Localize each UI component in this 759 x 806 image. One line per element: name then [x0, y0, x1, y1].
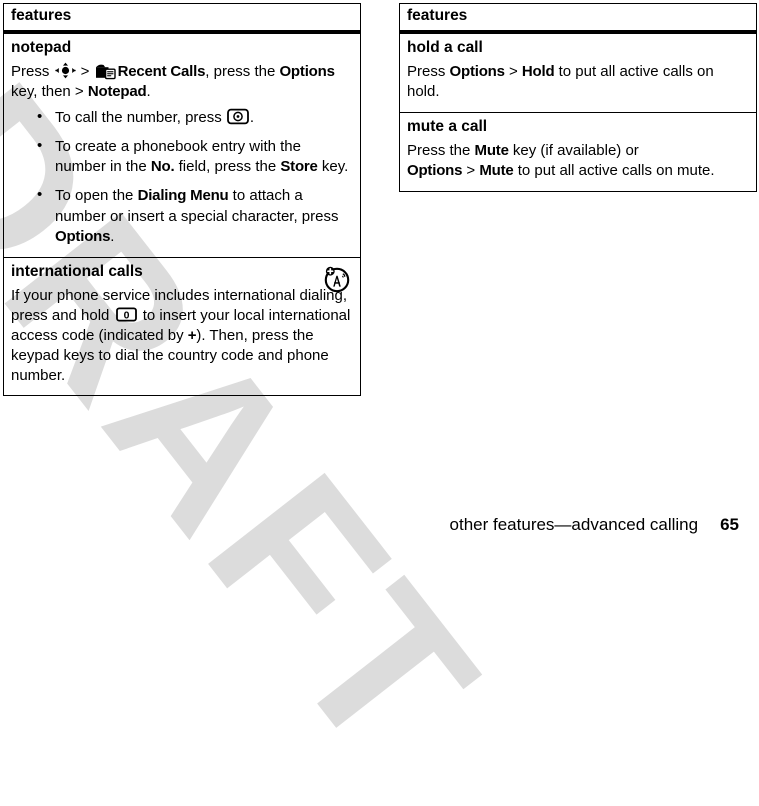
international-calls-paragraph: If your phone service includes internati… [11, 286, 352, 385]
row-title-international-calls: international calls [11, 263, 143, 281]
table-row-international-calls: international calls If your phone servic… [4, 257, 360, 395]
page-footer: other features—advanced calling 65 [0, 515, 739, 535]
list-item: To create a phonebook entry with the num… [11, 136, 352, 178]
right-column: features hold a call Press Options > Hol… [399, 3, 757, 192]
footer-page-number: 65 [720, 515, 739, 535]
notepad-intro-c: , press the [205, 62, 280, 80]
bullet-3-text-a: To open the [55, 187, 138, 205]
mute-bold-mute-key: Mute [474, 141, 509, 159]
notepad-options-label: Options [279, 62, 335, 80]
row-body-international-calls: If your phone service includes internati… [4, 282, 360, 395]
footer-chapter-title: other features—advanced calling [449, 515, 699, 535]
bullet-3-text-c: . [110, 227, 115, 245]
list-item: To call the number, press . [11, 107, 352, 128]
notepad-intro-b: > [76, 62, 94, 80]
recent-calls-icon [95, 63, 116, 80]
navigation-key-icon [54, 62, 76, 79]
table-header-features-left: features [4, 4, 360, 34]
mute-a-call-paragraph: Press the Mute key (if available) or Opti… [407, 141, 748, 181]
hold-bold-hold: Hold [521, 62, 555, 80]
notepad-intro-d: key, then > [11, 82, 88, 100]
hold-bold-options: Options [449, 62, 505, 80]
mute-bold-mute: Mute [479, 161, 514, 179]
notepad-menu-label: Recent Calls [117, 62, 206, 80]
notepad-intro-e: . [146, 82, 151, 100]
zero-key-icon: 0 [115, 306, 137, 323]
send-key-icon [227, 108, 249, 125]
svg-text:0: 0 [123, 310, 129, 322]
hold-body-b: > [504, 62, 522, 80]
bullet-3-bold-b: Options [55, 227, 111, 245]
features-table-left: features notepad Press > Recent Calls, p… [3, 3, 361, 397]
row-title-mute-a-call: mute a call [407, 117, 488, 135]
row-title-notepad: notepad [11, 38, 72, 56]
mute-body-b: key (if available) or [508, 141, 639, 159]
row-body-mute-a-call: Press the Mute key (if available) or Opti… [400, 137, 756, 191]
bullet-2-bold-a: No. [150, 158, 175, 176]
bullet-3-bold-a: Dialing Menu [137, 187, 229, 205]
bullet-2-bold-b: Store [280, 158, 318, 176]
features-table-right: features hold a call Press Options > Hol… [399, 3, 757, 192]
notepad-intro-paragraph: Press > Recent Calls, press the Options … [11, 62, 352, 102]
table-row-notepad: notepad Press > Recent Calls, press the … [4, 34, 360, 257]
hold-a-call-paragraph: Press Options > Hold to put all active c… [407, 62, 748, 102]
bullet-1-text-b: . [249, 108, 255, 126]
hold-body-a: Press [407, 62, 450, 80]
mute-body-e: to put all active calls on mute. [513, 161, 715, 179]
left-column: features notepad Press > Recent Calls, p… [3, 3, 361, 397]
manual-page: features notepad Press > Recent Calls, p… [0, 0, 759, 547]
mute-bold-options: Options [407, 161, 463, 179]
notepad-notepad-label: Notepad [87, 82, 147, 100]
table-row-hold-a-call: hold a call Press Options > Hold to put … [400, 34, 756, 112]
row-body-hold-a-call: Press Options > Hold to put all active c… [400, 58, 756, 112]
row-body-notepad: Press > Recent Calls, press the Options … [4, 58, 360, 257]
mute-body-a: Press the [407, 141, 475, 159]
mute-body-d: > [462, 161, 480, 179]
row-title-hold-a-call: hold a call [407, 38, 483, 56]
notepad-intro-a: Press [11, 62, 54, 80]
table-header-features-right: features [400, 4, 756, 34]
notepad-bullet-list: To call the number, press . To create a … [11, 107, 352, 248]
bullet-2-text-c: key. [317, 158, 349, 176]
bullet-2-text-b: field, press the [174, 158, 281, 176]
network-plus-icon [321, 263, 351, 293]
list-item: To open the Dialing Menu to attach a num… [11, 185, 352, 247]
table-row-mute-a-call: mute a call Press the Mute key (if avail… [400, 111, 756, 191]
bullet-1-text-a: To call the number, press [55, 108, 226, 126]
